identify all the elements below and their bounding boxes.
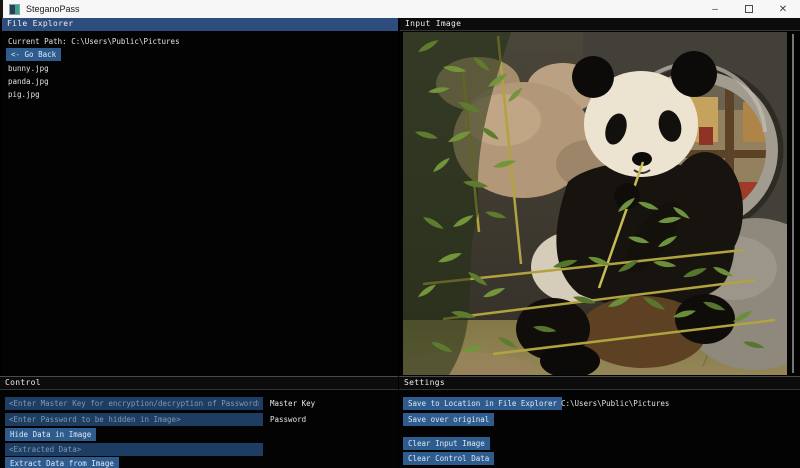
settings-header: Settings: [399, 377, 800, 390]
master-key-input[interactable]: [5, 397, 263, 410]
clear-control-data-button[interactable]: Clear Control Data: [403, 452, 494, 465]
file-explorer-panel: File Explorer Current Path: C:\Users\Pub…: [2, 18, 398, 376]
control-panel: Control Master Key Password Hide Data in…: [0, 376, 398, 468]
hide-data-button[interactable]: Hide Data in Image: [5, 428, 96, 441]
window-controls: – ✕: [698, 0, 800, 18]
current-path-label: Current Path: C:\Users\Public\Pictures: [8, 37, 180, 46]
image-panel-scrollbar[interactable]: [792, 34, 794, 373]
window-edge: [0, 0, 3, 18]
clear-input-image-button[interactable]: Clear Input Image: [403, 437, 490, 450]
maximize-icon: [745, 5, 753, 13]
window-title: SteganoPass: [26, 4, 80, 14]
extract-data-button[interactable]: Extract Data from Image: [5, 457, 119, 468]
input-image-panel: Input Image: [400, 18, 800, 376]
file-explorer-header: File Explorer: [2, 18, 398, 31]
control-header: Control: [0, 377, 398, 390]
minimize-icon: –: [712, 4, 718, 15]
go-back-button[interactable]: <- Go Back: [6, 48, 61, 61]
password-input[interactable]: [5, 413, 263, 426]
input-image-panda-photo: [403, 32, 787, 375]
extracted-data-field[interactable]: [5, 443, 263, 456]
app-window: SteganoPass – ✕ File Explorer Current Pa…: [0, 0, 800, 468]
file-item-bunny[interactable]: bunny.jpg: [8, 62, 49, 75]
save-to-location-button[interactable]: Save to Location in File Explorer: [403, 397, 562, 410]
file-item-panda[interactable]: panda.jpg: [8, 75, 49, 88]
input-image-header: Input Image: [400, 18, 800, 31]
save-location-path: C:\Users\Public\Pictures: [561, 399, 669, 408]
close-icon: ✕: [779, 4, 787, 15]
minimize-button[interactable]: –: [698, 0, 732, 18]
settings-panel: Settings Save to Location in File Explor…: [399, 376, 800, 468]
app-icon: [9, 4, 20, 15]
master-key-label: Master Key: [270, 399, 315, 408]
save-over-original-button[interactable]: Save over original: [403, 413, 494, 426]
close-button[interactable]: ✕: [766, 0, 800, 18]
file-item-pig[interactable]: pig.jpg: [8, 88, 49, 101]
titlebar: SteganoPass – ✕: [0, 0, 800, 18]
file-list: bunny.jpg panda.jpg pig.jpg: [8, 62, 49, 101]
password-label: Password: [270, 415, 306, 424]
maximize-button[interactable]: [732, 0, 766, 18]
